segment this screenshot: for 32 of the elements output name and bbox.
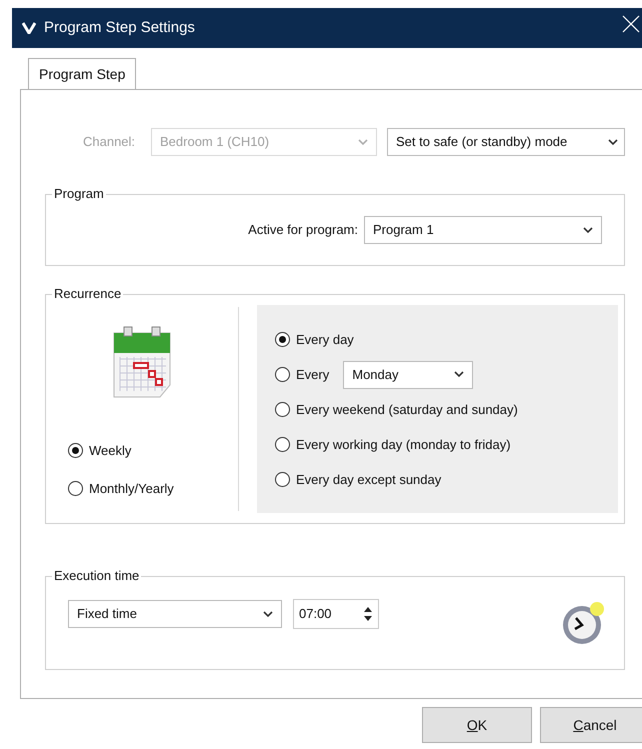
radio-button[interactable]	[275, 332, 290, 347]
radio-button[interactable]	[68, 480, 83, 496]
radio-button[interactable]	[68, 443, 83, 458]
radio-button[interactable]	[275, 402, 290, 417]
chevron-down-icon	[263, 610, 273, 618]
radio-label: Every working day (monday to friday)	[296, 436, 511, 454]
dialog-button[interactable]: Cancel	[540, 707, 642, 743]
program-label: Active for program:	[248, 221, 358, 240]
chevron-down-icon	[358, 138, 368, 146]
time-mode-dropdown[interactable]: Fixed time	[68, 600, 282, 628]
chevron-down-icon	[608, 138, 618, 146]
radio-label: Every weekend (saturday and sunday)	[296, 400, 518, 419]
tab[interactable]: Program Step	[28, 58, 136, 90]
close-icon[interactable]	[622, 15, 640, 33]
radio-label: Every	[296, 366, 330, 384]
spinner-arrows-icon[interactable]	[363, 606, 373, 622]
app-logo-icon	[22, 22, 36, 34]
radio-label: Monthly/Yearly	[89, 480, 174, 498]
program-dropdown[interactable]: Program 1	[364, 216, 602, 244]
channel-label: Channel:	[83, 133, 136, 152]
day-dropdown[interactable]: Monday	[343, 360, 474, 388]
dialog-button[interactable]: OK	[422, 707, 532, 743]
chevron-down-icon	[454, 371, 464, 378]
chevron-down-icon	[583, 226, 593, 234]
radio-button[interactable]	[275, 437, 290, 452]
radio-button[interactable]	[275, 472, 290, 487]
radio-label: Every day except sunday	[296, 470, 442, 489]
radio-label: Every day	[296, 330, 354, 349]
time-field[interactable]: 07:00	[293, 599, 379, 629]
radio-label: Weekly	[89, 442, 132, 460]
radio-button[interactable]	[275, 367, 290, 382]
window-title: Program Step Settings	[44, 18, 195, 38]
